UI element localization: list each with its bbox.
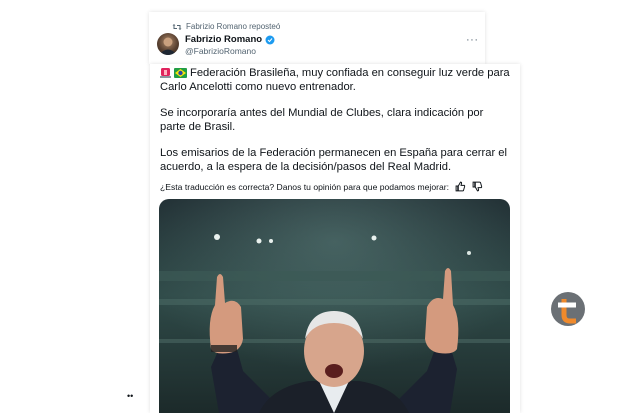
tweet-paragraph-1: Federación Brasileña, muy confiada en co… xyxy=(160,67,510,93)
translation-feedback: ¿Esta traducción es correcta? Danos tu o… xyxy=(160,181,483,192)
thumbs-up-icon[interactable] xyxy=(455,181,466,192)
pager-dots[interactable]: •• xyxy=(127,391,133,401)
author-handle[interactable]: @FabrizioRomano xyxy=(185,46,256,56)
avatar[interactable] xyxy=(157,33,179,55)
photo-illustration xyxy=(159,199,510,413)
tweet-photo[interactable] xyxy=(159,199,510,413)
tweet-paragraph-3: Los emisarios de la Federación permanece… xyxy=(160,147,508,173)
feedback-text: ¿Esta traducción es correcta? Danos tu o… xyxy=(160,181,450,192)
tweet-paragraph-2: Se incorporaría antes del Mundial de Clu… xyxy=(160,107,484,133)
repost-icon xyxy=(172,23,182,30)
author-name[interactable]: Fabrizio Romano xyxy=(185,34,262,45)
tweet-text: Federación Brasileña, muy confiada en co… xyxy=(160,66,510,186)
siren-emoji-icon xyxy=(160,68,171,78)
author-name-row[interactable]: Fabrizio Romano xyxy=(185,34,275,45)
thumbs-down-icon[interactable] xyxy=(472,181,483,192)
repost-label: Fabrizio Romano reposteó xyxy=(186,22,281,31)
site-logo xyxy=(551,292,585,326)
more-options-button[interactable]: ··· xyxy=(466,34,479,46)
verified-badge-icon xyxy=(265,35,275,44)
brazil-flag-icon xyxy=(174,68,187,78)
repost-line: Fabrizio Romano reposteó xyxy=(172,22,280,31)
